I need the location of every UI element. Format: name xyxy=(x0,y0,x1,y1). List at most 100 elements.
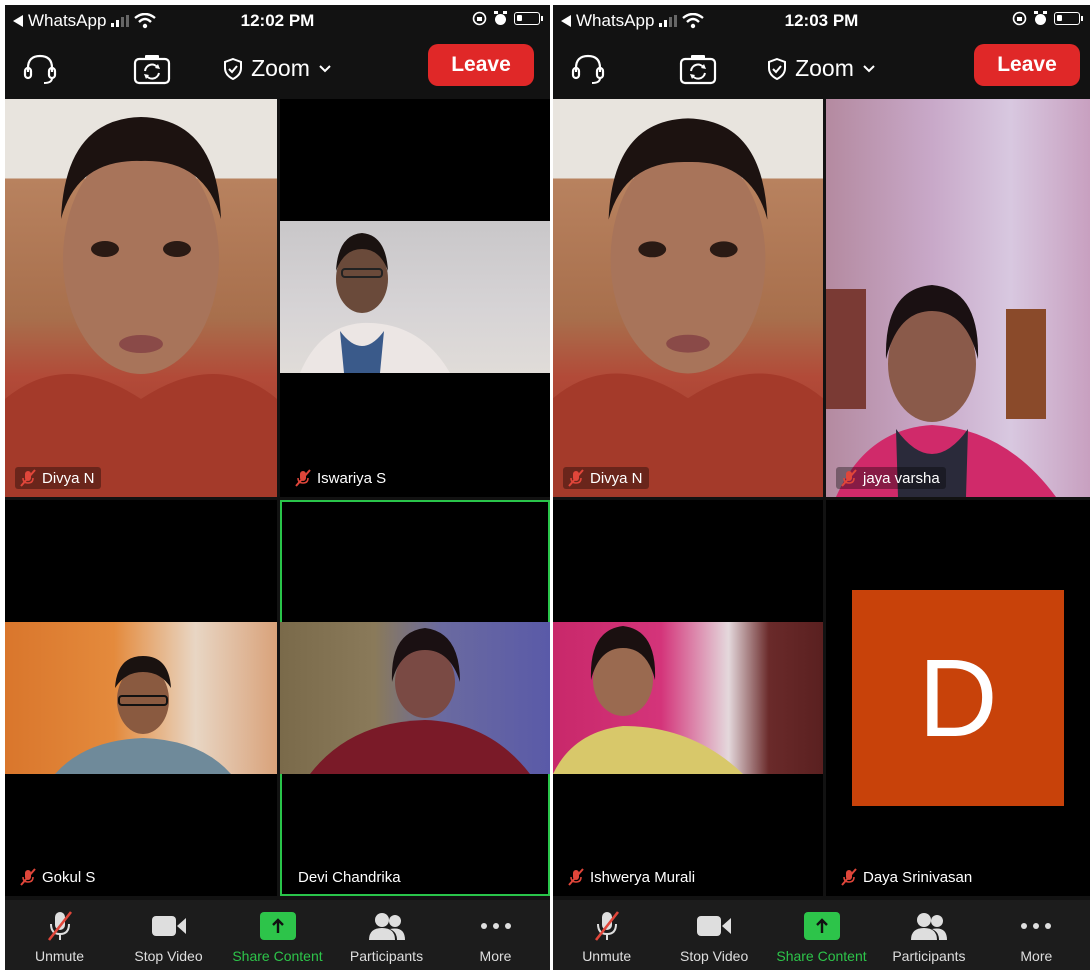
person-figure-icon xyxy=(310,628,530,774)
participant-tile[interactable]: D Daya Srinivasan xyxy=(826,500,1090,896)
unmute-button[interactable]: Unmute xyxy=(5,900,114,970)
participant-name-label: Gokul S xyxy=(15,866,102,888)
participant-name-label: jaya varsha xyxy=(836,467,946,489)
mic-muted-icon xyxy=(20,868,36,886)
share-content-button[interactable]: Share Content xyxy=(768,900,875,970)
participant-name: Gokul S xyxy=(42,868,96,886)
video-grid: Divya N jaya varsha Ishwerya Murali D Da… xyxy=(553,99,1090,899)
participant-name-label: Devi Chandrika xyxy=(294,867,407,888)
participant-name: Daya Srinivasan xyxy=(863,868,973,886)
video-camera-icon xyxy=(697,916,732,936)
participant-name-label: Iswariya S xyxy=(290,467,393,489)
tool-label: Participants xyxy=(349,948,424,964)
participant-video xyxy=(5,99,277,497)
mic-muted-icon xyxy=(594,911,619,941)
tool-label: More xyxy=(1020,948,1053,964)
meeting-header: Zoom Leave xyxy=(553,39,1090,97)
participant-tile-active-speaker[interactable]: Devi Chandrika xyxy=(280,500,550,896)
participant-name: Devi Chandrika xyxy=(298,869,401,886)
mic-muted-icon xyxy=(568,868,584,886)
participant-name-label: Ishwerya Murali xyxy=(563,866,702,888)
leave-button[interactable]: Leave xyxy=(428,44,534,86)
status-time: 12:02 PM xyxy=(240,11,315,30)
mic-muted-icon xyxy=(20,469,36,487)
person-figure-icon xyxy=(553,626,743,774)
participant-tile[interactable]: Ishwerya Murali xyxy=(553,500,823,896)
participant-video xyxy=(826,99,1090,497)
participant-video xyxy=(553,622,823,774)
participant-video xyxy=(553,99,823,497)
participant-tile[interactable]: Iswariya S xyxy=(280,99,550,497)
participant-name: jaya varsha xyxy=(863,469,940,487)
phone-screen-left: WhatsApp 12:02 PM Zoom Leave Divya N Isw… xyxy=(5,5,550,970)
meeting-title: Zoom xyxy=(251,55,310,81)
video-grid: Divya N Iswariya S Gokul S Devi Chandrik… xyxy=(5,99,550,899)
participant-name: Ishwerya Murali xyxy=(590,868,696,886)
mic-muted-icon xyxy=(841,868,857,886)
tool-label: Unmute xyxy=(582,948,632,964)
more-dots-icon xyxy=(480,923,511,929)
tool-label: Share Content xyxy=(232,948,323,964)
tool-label: Stop Video xyxy=(679,948,749,964)
participant-name: Divya N xyxy=(590,469,643,487)
participant-name-label: Daya Srinivasan xyxy=(836,866,979,888)
shield-check-icon xyxy=(224,57,243,80)
meeting-header: Zoom Leave xyxy=(5,39,550,97)
status-icons xyxy=(472,11,543,26)
battery-icon xyxy=(514,12,543,25)
orientation-lock-icon xyxy=(1012,11,1027,26)
participant-tile[interactable]: Divya N xyxy=(553,99,823,497)
leave-button[interactable]: Leave xyxy=(974,44,1080,86)
video-camera-icon xyxy=(151,916,186,936)
participant-avatar: D xyxy=(852,590,1064,806)
unmute-button[interactable]: Unmute xyxy=(553,900,660,970)
participant-tile[interactable]: Divya N xyxy=(5,99,277,497)
battery-icon xyxy=(1054,12,1083,25)
participants-button[interactable]: Participants xyxy=(332,900,441,970)
meeting-toolbar: Unmute Stop Video Share Content Particip… xyxy=(5,900,550,970)
mic-muted-icon xyxy=(295,469,311,487)
person-figure-icon xyxy=(300,233,450,373)
person-figure-icon xyxy=(826,285,1056,497)
tool-label: Share Content xyxy=(776,948,867,964)
avatar-initial: D xyxy=(918,636,998,760)
status-bar: WhatsApp 12:03 PM xyxy=(553,5,1090,35)
alarm-icon xyxy=(494,11,507,25)
mic-muted-icon xyxy=(568,469,584,487)
tool-label: Stop Video xyxy=(134,948,203,964)
mic-muted-icon xyxy=(841,469,857,487)
more-dots-icon xyxy=(1021,923,1052,929)
participant-tile[interactable]: Gokul S xyxy=(5,500,277,896)
more-button[interactable]: More xyxy=(441,900,550,970)
person-figure-icon xyxy=(55,656,231,774)
share-arrow-icon xyxy=(271,918,284,933)
share-arrow-icon xyxy=(815,918,828,933)
status-icons xyxy=(1012,11,1083,26)
mic-muted-icon xyxy=(47,911,72,941)
participant-video xyxy=(5,622,277,774)
participants-button[interactable]: Participants xyxy=(875,900,982,970)
participant-name: Iswariya S xyxy=(317,469,387,487)
participant-video xyxy=(280,221,550,373)
participant-tile[interactable]: jaya varsha xyxy=(826,99,1090,497)
status-bar: WhatsApp 12:02 PM xyxy=(5,5,550,35)
stop-video-button[interactable]: Stop Video xyxy=(660,900,767,970)
phone-screen-right: WhatsApp 12:03 PM Zoom Leave Divya N jay… xyxy=(553,5,1090,970)
orientation-lock-icon xyxy=(472,11,487,26)
tool-label: More xyxy=(479,948,512,964)
stop-video-button[interactable]: Stop Video xyxy=(114,900,223,970)
person-figure-icon xyxy=(553,118,823,496)
participant-video xyxy=(280,622,550,774)
more-button[interactable]: More xyxy=(983,900,1090,970)
share-content-button[interactable]: Share Content xyxy=(223,900,332,970)
tool-label: Participants xyxy=(892,948,966,964)
chevron-down-icon xyxy=(863,64,875,72)
status-time: 12:03 PM xyxy=(784,11,859,30)
shield-check-icon xyxy=(768,57,787,80)
alarm-icon xyxy=(1034,11,1047,25)
meeting-title: Zoom xyxy=(795,55,854,81)
participants-icon xyxy=(910,913,947,940)
participant-name-label: Divya N xyxy=(563,467,649,489)
participant-name-label: Divya N xyxy=(15,467,101,489)
tool-label: Unmute xyxy=(34,948,85,964)
